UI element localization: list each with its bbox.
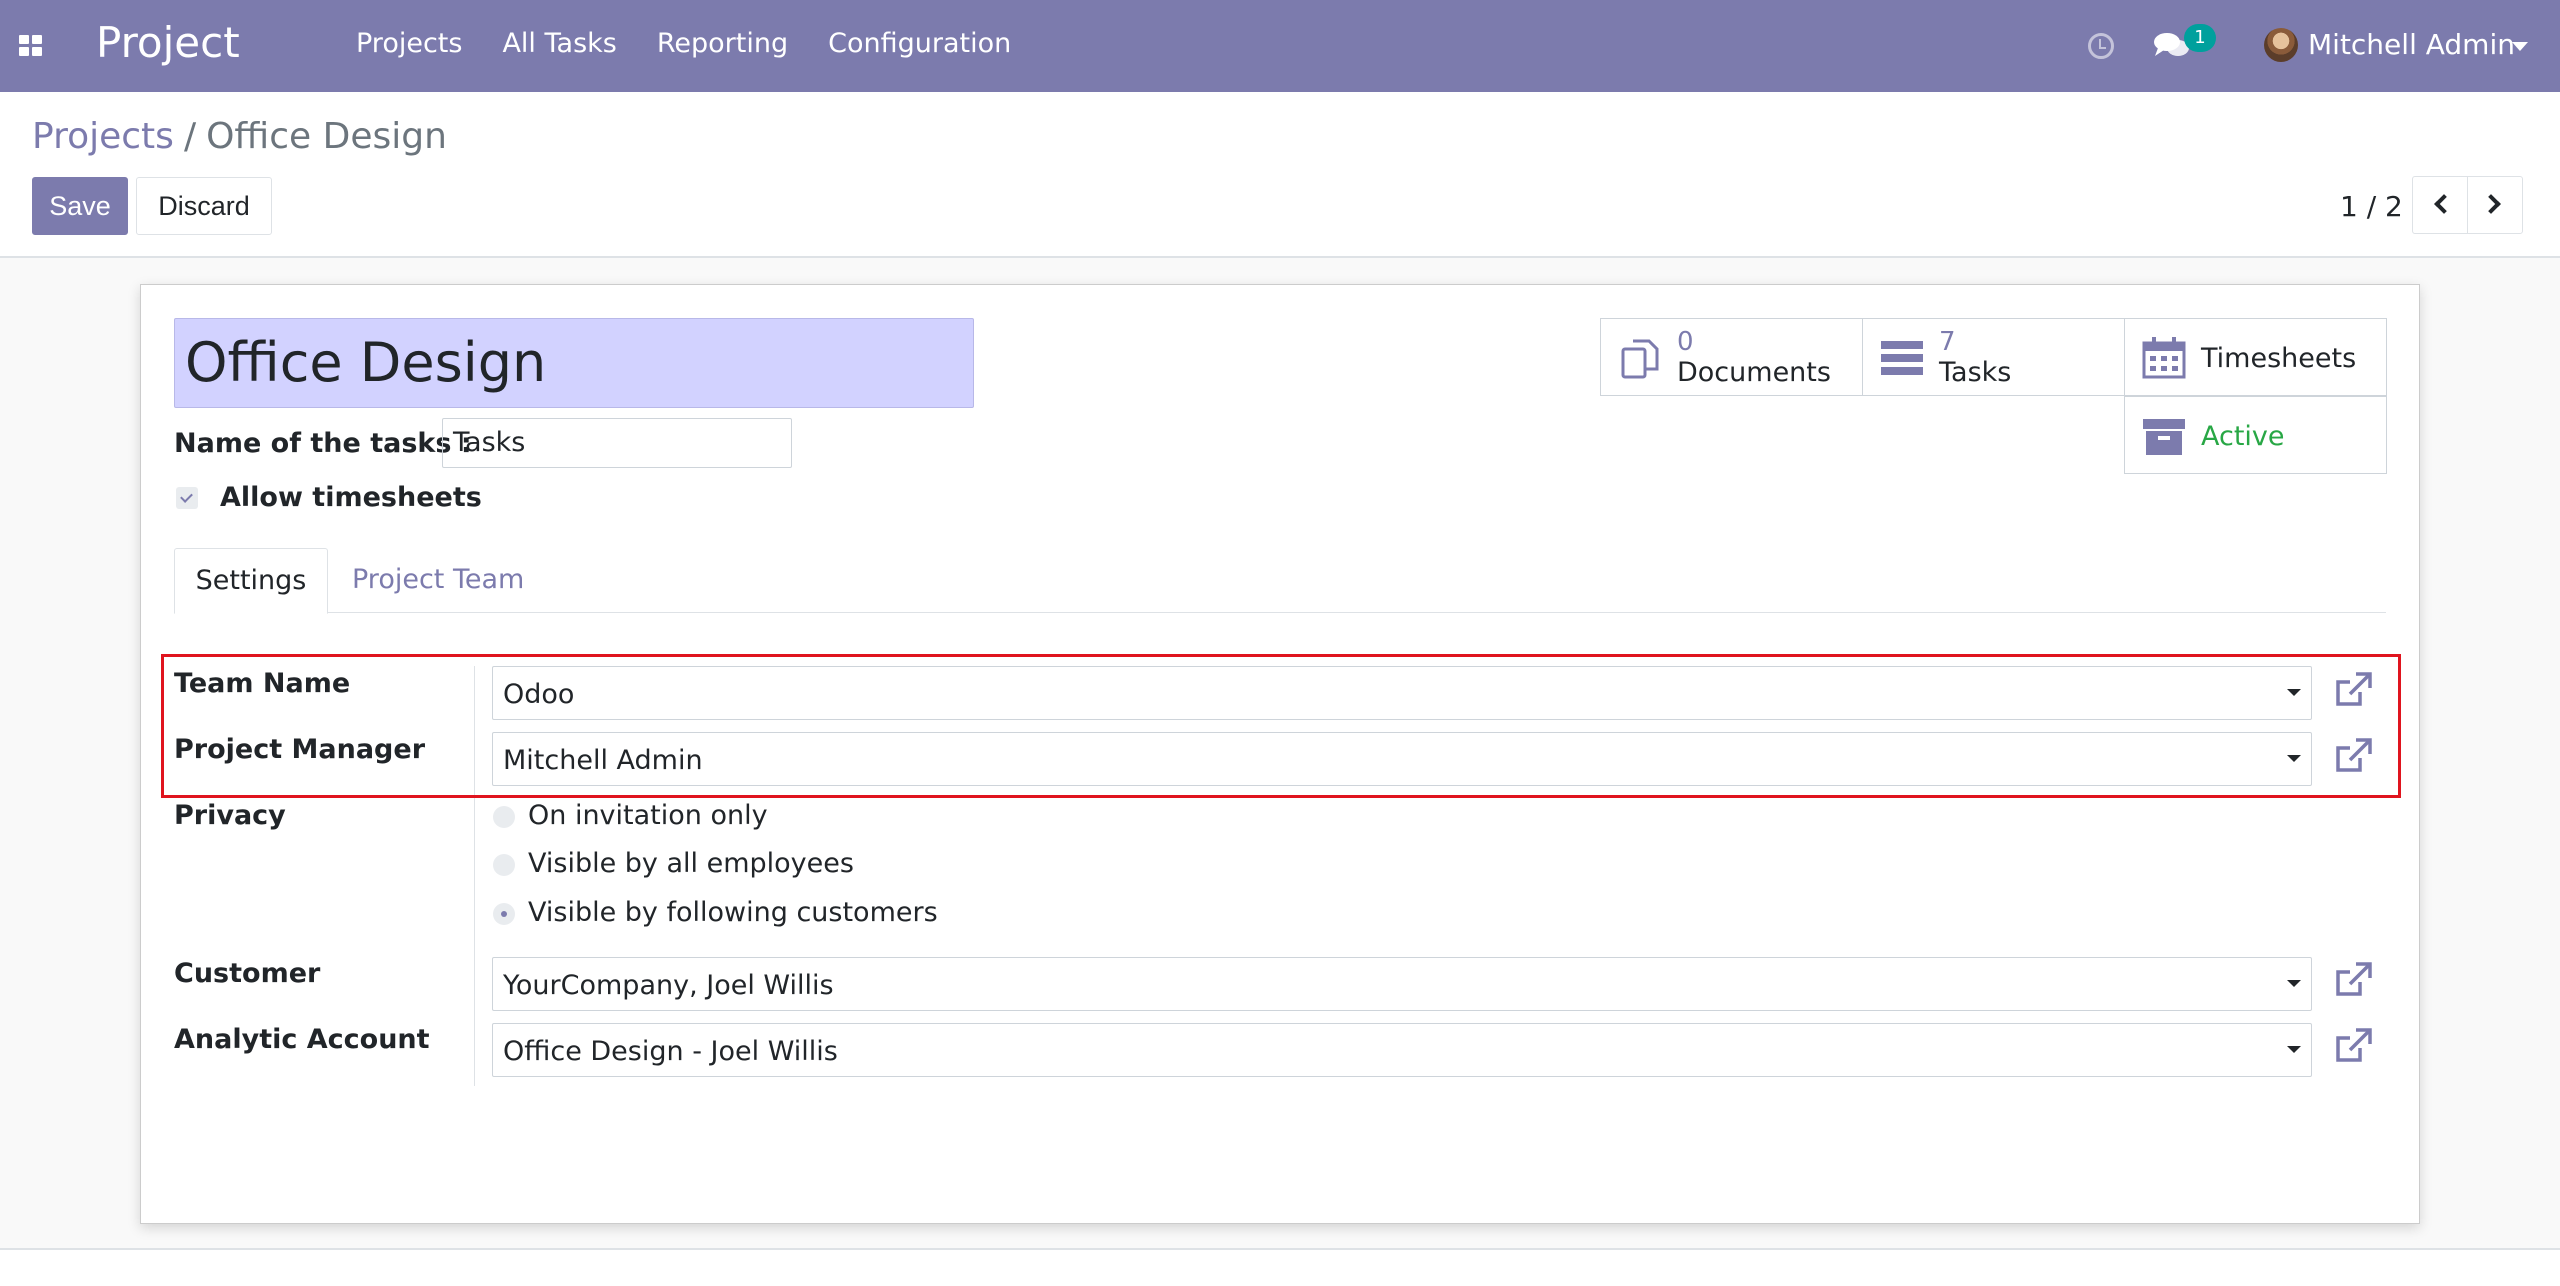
breadcrumb-separator: / [183,116,197,157]
caret-down-icon [2287,1046,2301,1053]
chevron-left-icon [2434,194,2454,214]
chat-count-badge: 1 [2184,24,2216,52]
allow-timesheets-label: Allow timesheets [220,482,482,513]
external-link-icon[interactable] [2334,1026,2374,1066]
project-name-input[interactable]: Office Design [174,318,974,408]
top-navbar: Project Projects All Tasks Reporting Con… [0,0,2560,92]
active-label: Active [2201,421,2285,452]
archive-icon [2143,419,2185,455]
privacy-option-label: Visible by following customers [528,897,938,928]
documents-stat-button[interactable]: 0 Documents [1600,318,1863,396]
timesheets-label: Timesheets [2201,343,2357,374]
apps-grid-icon[interactable] [19,35,43,57]
user-avatar[interactable] [2264,28,2298,62]
privacy-radio-employees[interactable] [493,854,515,876]
chevron-right-icon [2481,194,2501,214]
breadcrumb-current: Office Design [206,116,447,157]
menu-configuration[interactable]: Configuration [828,28,1011,59]
tasks-label: Tasks [1939,357,2012,388]
tasks-icon [1881,341,1923,375]
page-bottom-divider [0,1248,2560,1249]
pager-previous-button[interactable] [2412,176,2468,234]
documents-count: 0 [1677,327,1694,357]
breadcrumb-projects-link[interactable]: Projects [32,116,174,157]
privacy-radio-customers[interactable] [493,903,515,925]
highlight-box [161,654,2401,798]
menu-projects[interactable]: Projects [356,28,462,59]
pager-next-button[interactable] [2467,176,2523,234]
discard-button[interactable]: Discard [136,177,272,235]
privacy-option-label: On invitation only [528,800,768,831]
customer-value: YourCompany, Joel Willis [503,970,834,1001]
breadcrumb: Projects / Office Design [32,116,447,157]
documents-icon [1621,339,1659,379]
external-link-icon[interactable] [2334,960,2374,1000]
allow-timesheets-checkbox[interactable] [176,487,198,509]
user-name[interactable]: Mitchell Admin [2308,28,2515,61]
main-menu: Projects All Tasks Reporting Configurati… [356,28,1011,59]
customer-label: Customer [174,958,321,989]
pager-value[interactable]: 1 / 2 [2340,190,2403,223]
timesheets-stat-button[interactable]: Timesheets [2124,318,2387,396]
caret-down-icon [2287,980,2301,987]
analytic-account-select[interactable]: Office Design - Joel Willis [492,1023,2312,1077]
menu-reporting[interactable]: Reporting [657,28,788,59]
tab-project-team[interactable]: Project Team [352,564,524,595]
tabs-divider [174,612,2386,613]
menu-all-tasks[interactable]: All Tasks [502,28,616,59]
privacy-radio-invitation[interactable] [493,806,515,828]
tab-settings[interactable]: Settings [174,548,328,614]
active-toggle-button[interactable]: Active [2124,396,2387,474]
privacy-option-label: Visible by all employees [528,848,854,879]
clock-icon[interactable] [2088,33,2114,59]
tasks-name-input[interactable]: Tasks [442,418,792,468]
customer-select[interactable]: YourCompany, Joel Willis [492,957,2312,1011]
privacy-label: Privacy [174,800,286,831]
tasks-name-label: Name of the tasks : [174,428,472,459]
tasks-count: 7 [1939,327,1956,357]
app-name: Project [96,18,240,67]
analytic-account-label: Analytic Account [174,1024,430,1055]
calendar-icon [2142,337,2186,379]
analytic-account-value: Office Design - Joel Willis [503,1036,838,1067]
documents-label: Documents [1677,357,1831,388]
caret-down-icon[interactable] [2512,42,2528,51]
save-button[interactable]: Save [32,177,128,235]
tasks-stat-button[interactable]: 7 Tasks [1862,318,2125,396]
